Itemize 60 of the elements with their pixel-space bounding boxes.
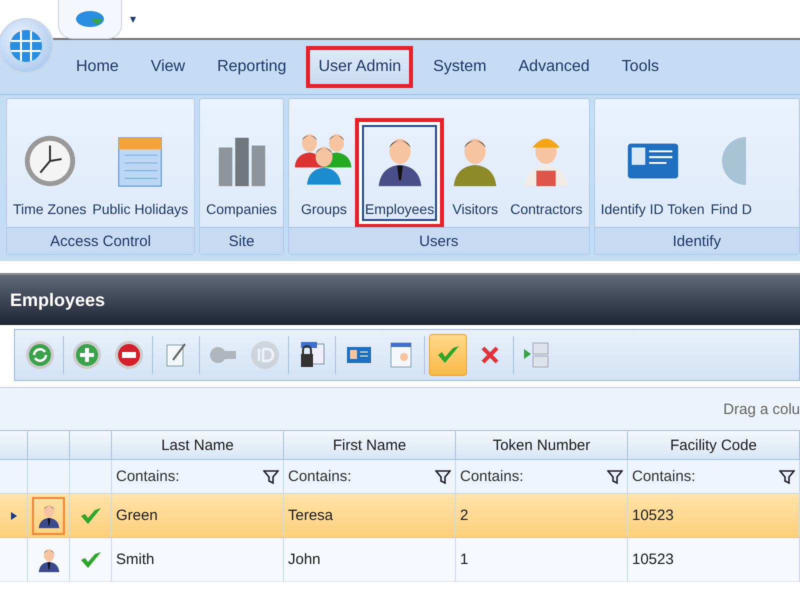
column-header[interactable]: Last Name <box>112 430 284 460</box>
table-cell: Teresa <box>284 494 456 538</box>
group-label: Identify <box>594 227 799 254</box>
quick-access-menu[interactable]: ▾ <box>130 12 136 26</box>
row-indicator-icon <box>10 510 18 520</box>
filter-label: Contains: <box>632 468 696 485</box>
group-label: Users <box>288 227 589 254</box>
row-indicator-cell[interactable] <box>0 538 28 582</box>
id-icon <box>250 340 280 370</box>
remove-icon <box>114 340 144 370</box>
ribbon-tab[interactable]: View <box>138 46 198 88</box>
filter-cell[interactable]: Contains: <box>112 460 284 494</box>
ribbon-button[interactable]: Groups <box>292 125 356 221</box>
column-header[interactable]: Token Number <box>456 430 628 460</box>
column-header[interactable]: Facility Code <box>628 430 800 460</box>
filter-icon[interactable] <box>779 468 795 484</box>
disc-icon <box>75 10 105 28</box>
filter-icon[interactable] <box>435 468 451 484</box>
filter-cell[interactable]: Contains: <box>456 460 628 494</box>
filter-label: Contains: <box>288 468 352 485</box>
ribbon-button[interactable]: Find D <box>708 125 755 221</box>
ribbon-tab[interactable]: Home <box>64 46 131 88</box>
ribbon-tab[interactable]: System <box>421 46 498 88</box>
ribbon-tab[interactable]: Reporting <box>205 46 298 88</box>
check-icon <box>80 550 102 570</box>
group-panel-hint: Drag a colu <box>723 400 800 418</box>
ribbon-tab[interactable]: Advanced <box>506 46 602 88</box>
table-cell: 10523 <box>628 494 800 538</box>
filter-cell[interactable]: Contains: <box>628 460 800 494</box>
quick-access-tab[interactable] <box>58 0 122 38</box>
table-cell: 1 <box>456 538 628 582</box>
grid-logo-icon <box>9 29 43 63</box>
column-header <box>70 430 112 460</box>
row-indicator-cell[interactable] <box>0 494 28 538</box>
ribbon-button[interactable]: Public Holidays <box>89 125 192 221</box>
ribbon-button[interactable]: Visitors <box>443 125 508 221</box>
ribbon-tab[interactable]: User Admin <box>306 46 414 88</box>
refresh-icon <box>25 340 55 370</box>
column-header[interactable]: First Name <box>284 430 456 460</box>
table-cell: 10523 <box>628 538 800 582</box>
table-cell: John <box>284 538 456 582</box>
ribbon-button[interactable]: Companies <box>203 125 280 221</box>
group-label: Site <box>200 227 283 254</box>
table-cell: Smith <box>112 538 284 582</box>
filter-icon[interactable] <box>263 468 279 484</box>
add-icon <box>72 340 102 370</box>
filter-label: Contains: <box>116 468 180 485</box>
filter-cell[interactable]: Contains: <box>284 460 456 494</box>
ribbon-button[interactable]: Identify ID Token <box>598 125 708 221</box>
ribbon-button[interactable]: Contractors <box>507 125 586 221</box>
ribbon-tab[interactable]: Tools <box>610 46 672 88</box>
ribbon-button[interactable]: Time Zones <box>10 125 90 221</box>
group-label: Access Control <box>7 227 194 254</box>
filter-label: Contains: <box>460 468 524 485</box>
check-icon <box>80 506 102 526</box>
table-cell: 2 <box>456 494 628 538</box>
filter-cell <box>0 460 28 494</box>
panel-title: Employees <box>0 273 800 325</box>
filter-icon[interactable] <box>607 468 623 484</box>
table-cell: Green <box>112 494 284 538</box>
